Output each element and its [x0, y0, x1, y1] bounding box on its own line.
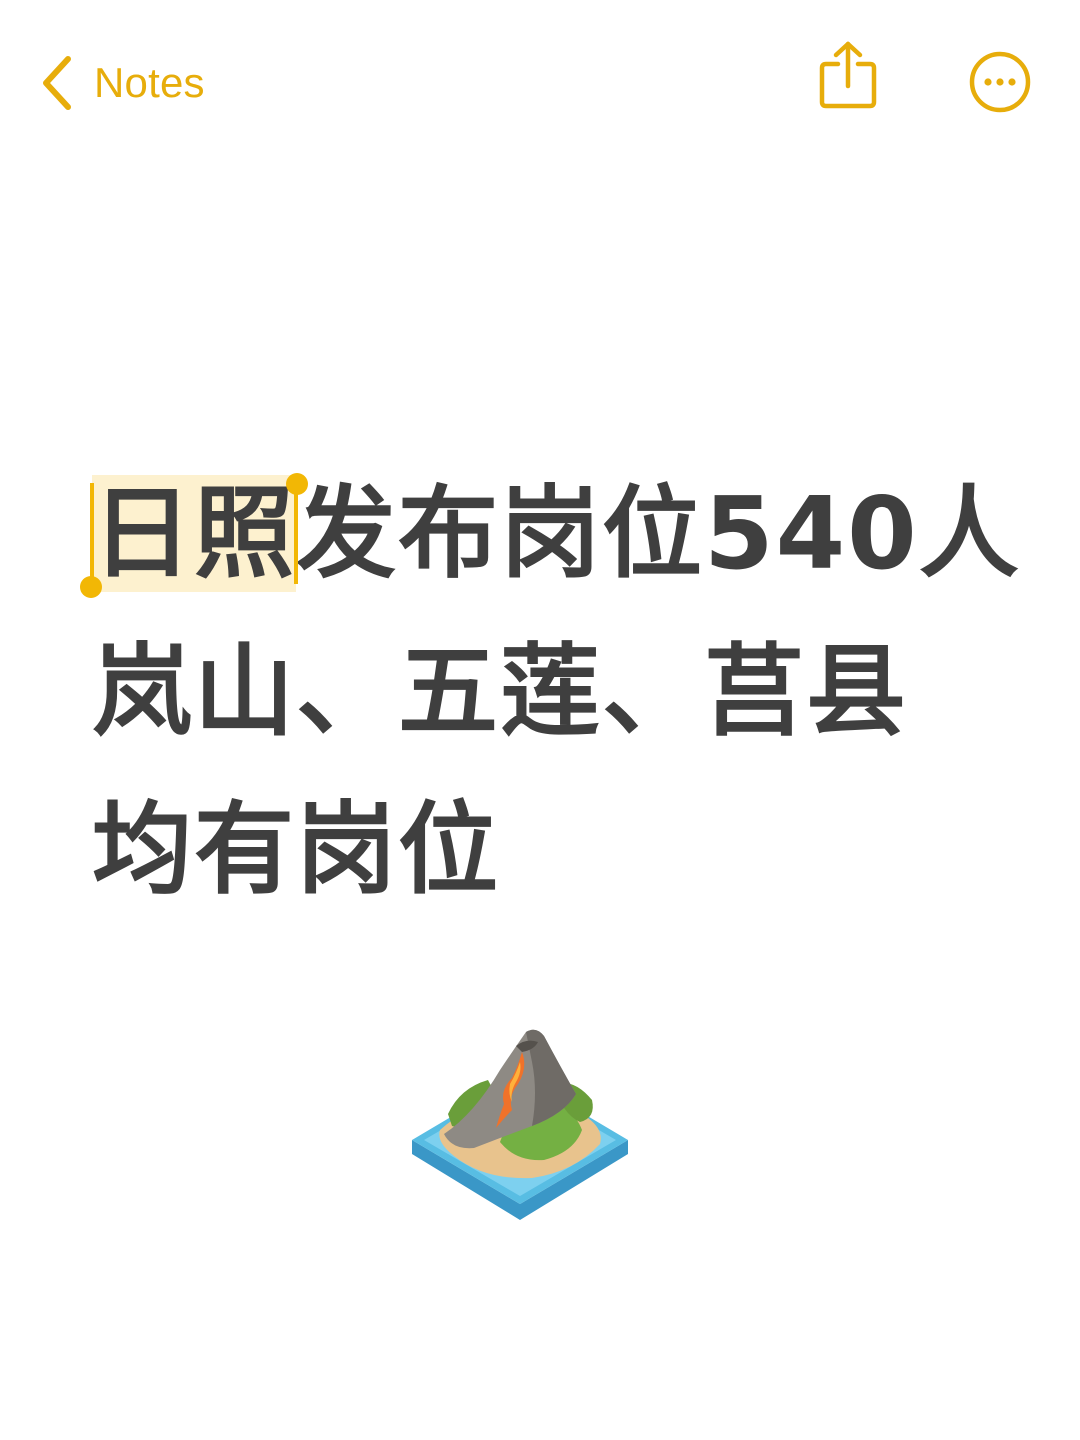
- chevron-left-icon: [43, 56, 71, 110]
- selection-handle-end[interactable]: [286, 473, 308, 495]
- share-icon: [819, 41, 877, 109]
- note-line-1-rest: 发布岗位540人: [296, 475, 1021, 592]
- selection-handle-start[interactable]: [80, 576, 102, 598]
- navigation-bar: Notes: [0, 0, 1080, 170]
- ellipsis-circle-icon: [969, 51, 1031, 113]
- selected-text: 日照: [92, 475, 296, 592]
- selection-caret-end: [294, 483, 298, 584]
- back-button[interactable]: Notes: [38, 52, 205, 114]
- share-button[interactable]: [816, 40, 880, 112]
- back-button-label: Notes: [94, 59, 205, 106]
- island-volcano-icon: [404, 1022, 636, 1224]
- note-line-1: 日照 发布岗位540人: [80, 455, 1052, 613]
- note-text[interactable]: 日照 发布岗位540人 岚山、五莲、莒县 均有岗位: [80, 455, 1052, 929]
- note-line-2: 岚山、五莲、莒县: [92, 633, 908, 750]
- selection-caret-start: [90, 483, 94, 584]
- more-options-button[interactable]: [968, 50, 1032, 114]
- text-selection[interactable]: 日照: [80, 473, 308, 598]
- note-line-3: 均有岗位: [92, 791, 500, 908]
